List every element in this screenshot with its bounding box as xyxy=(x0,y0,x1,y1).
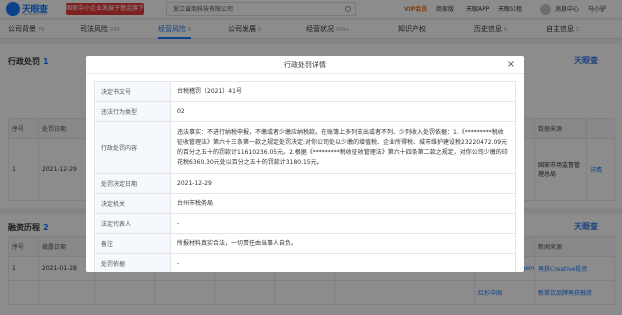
penalty-detail-table: 决定书文号 台税稽罚〔2021〕41号 违法行为类型 02 行政处罚内容 违法事… xyxy=(94,81,516,272)
penalty-detail-dialog: 行政处罚详情 × 决定书文号 台税稽罚〔2021〕41号 违法行为类型 02 行… xyxy=(86,56,524,272)
detail-row-legal-rep: 法定代表人 - xyxy=(94,213,516,234)
detail-row-doc-number: 决定书文号 台税稽罚〔2021〕41号 xyxy=(94,81,516,102)
close-icon[interactable]: × xyxy=(504,58,518,72)
detail-row-violation-type: 违法行为类型 02 xyxy=(94,101,516,122)
detail-row-penalty-content: 行政处罚内容 违法事实：不进行纳税申报，不缴或者少缴应纳税款。在账簿上多列支出或… xyxy=(94,121,516,174)
dialog-header: 行政处罚详情 × xyxy=(86,56,524,74)
dialog-title: 行政处罚详情 xyxy=(284,61,326,69)
detail-row-authority: 决定机关 台州市税务局 xyxy=(94,193,516,214)
detail-row-remarks: 备注 所报材料真实合法，一切责任由当事人自负。 xyxy=(94,233,516,254)
detail-row-decision-date: 处罚决定日期 2021-12-29 xyxy=(94,173,516,194)
detail-row-basis: 处罚依据 - xyxy=(94,253,516,272)
